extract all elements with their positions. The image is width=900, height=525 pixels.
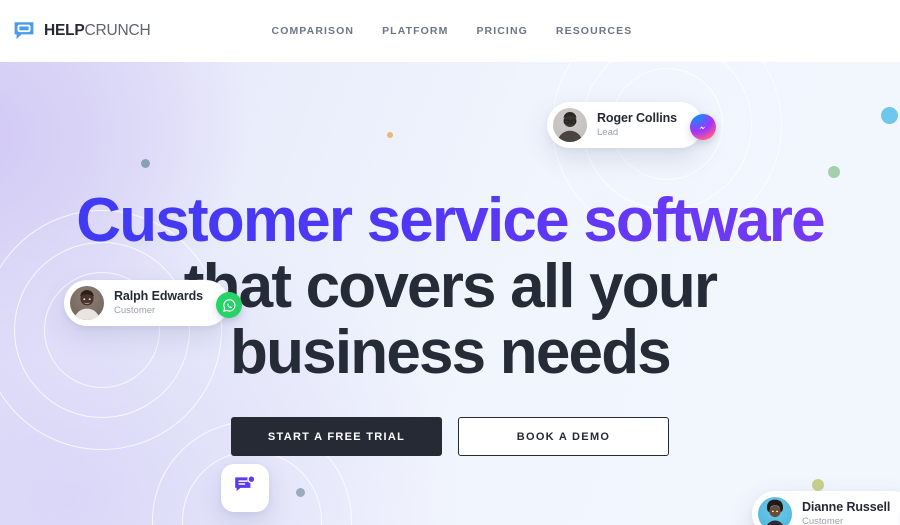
contact-name: Dianne Russell xyxy=(802,500,891,515)
whatsapp-badge-icon[interactable] xyxy=(216,292,242,318)
start-free-trial-button[interactable]: START A FREE TRIAL xyxy=(231,417,442,456)
decorative-dot-cyan xyxy=(881,107,898,124)
avatar xyxy=(758,497,792,525)
nav-item-comparison[interactable]: COMPARISON xyxy=(258,19,369,43)
decorative-dot-grey xyxy=(296,488,305,497)
chat-message-icon xyxy=(232,473,258,504)
book-a-demo-button[interactable]: BOOK A DEMO xyxy=(458,417,669,456)
site-header: HELPCRUNCH COMPARISON PLATFORM PRICING R… xyxy=(0,0,900,62)
contact-meta: Dianne Russell Customer xyxy=(802,500,890,525)
chat-bubble-logo-icon xyxy=(12,19,36,43)
decorative-dot-green xyxy=(828,166,840,178)
nav-item-platform[interactable]: PLATFORM xyxy=(368,19,462,43)
hero-cta-group: START A FREE TRIAL BOOK A DEMO xyxy=(0,417,900,456)
hero-section: Customer service software that covers al… xyxy=(0,62,900,525)
headline-line-1: Customer service software xyxy=(0,188,900,254)
chat-widget-tile[interactable] xyxy=(221,464,269,512)
brand-word-light: CRUNCH xyxy=(84,22,151,39)
decorative-dot-orange xyxy=(387,132,393,138)
nav-item-resources[interactable]: RESOURCES xyxy=(542,19,646,43)
contact-name: Ralph Edwards xyxy=(114,289,203,304)
decorative-dot-slate xyxy=(141,159,150,168)
avatar xyxy=(553,108,587,142)
main-navigation: COMPARISON PLATFORM PRICING RESOURCES xyxy=(258,19,647,43)
contact-role: Customer xyxy=(802,515,844,525)
brand-logo[interactable]: HELPCRUNCH xyxy=(12,19,151,43)
contact-meta: Ralph Edwards Customer xyxy=(114,289,203,316)
decorative-ring xyxy=(552,62,782,240)
contact-role: Customer xyxy=(114,304,156,316)
contact-meta: Roger Collins Lead xyxy=(597,111,677,138)
decorative-dot-olive xyxy=(812,479,824,491)
contact-card-ralph-edwards[interactable]: Ralph Edwards Customer xyxy=(64,280,242,326)
messenger-badge-icon[interactable] xyxy=(689,114,716,140)
headline-line-3: business needs xyxy=(230,318,672,387)
brand-wordmark: HELPCRUNCH xyxy=(44,22,151,40)
contact-role: Lead xyxy=(597,126,619,138)
decorative-ring xyxy=(14,242,190,418)
avatar xyxy=(70,286,104,320)
nav-item-pricing[interactable]: PRICING xyxy=(462,19,541,43)
contact-card-dianne-russell[interactable]: Dianne Russell Customer xyxy=(752,491,900,525)
decorative-ring xyxy=(0,210,222,450)
brand-word-bold: HELP xyxy=(44,22,85,39)
contact-name: Roger Collins xyxy=(597,111,677,126)
contact-card-roger-collins[interactable]: Roger Collins Lead xyxy=(547,102,716,148)
